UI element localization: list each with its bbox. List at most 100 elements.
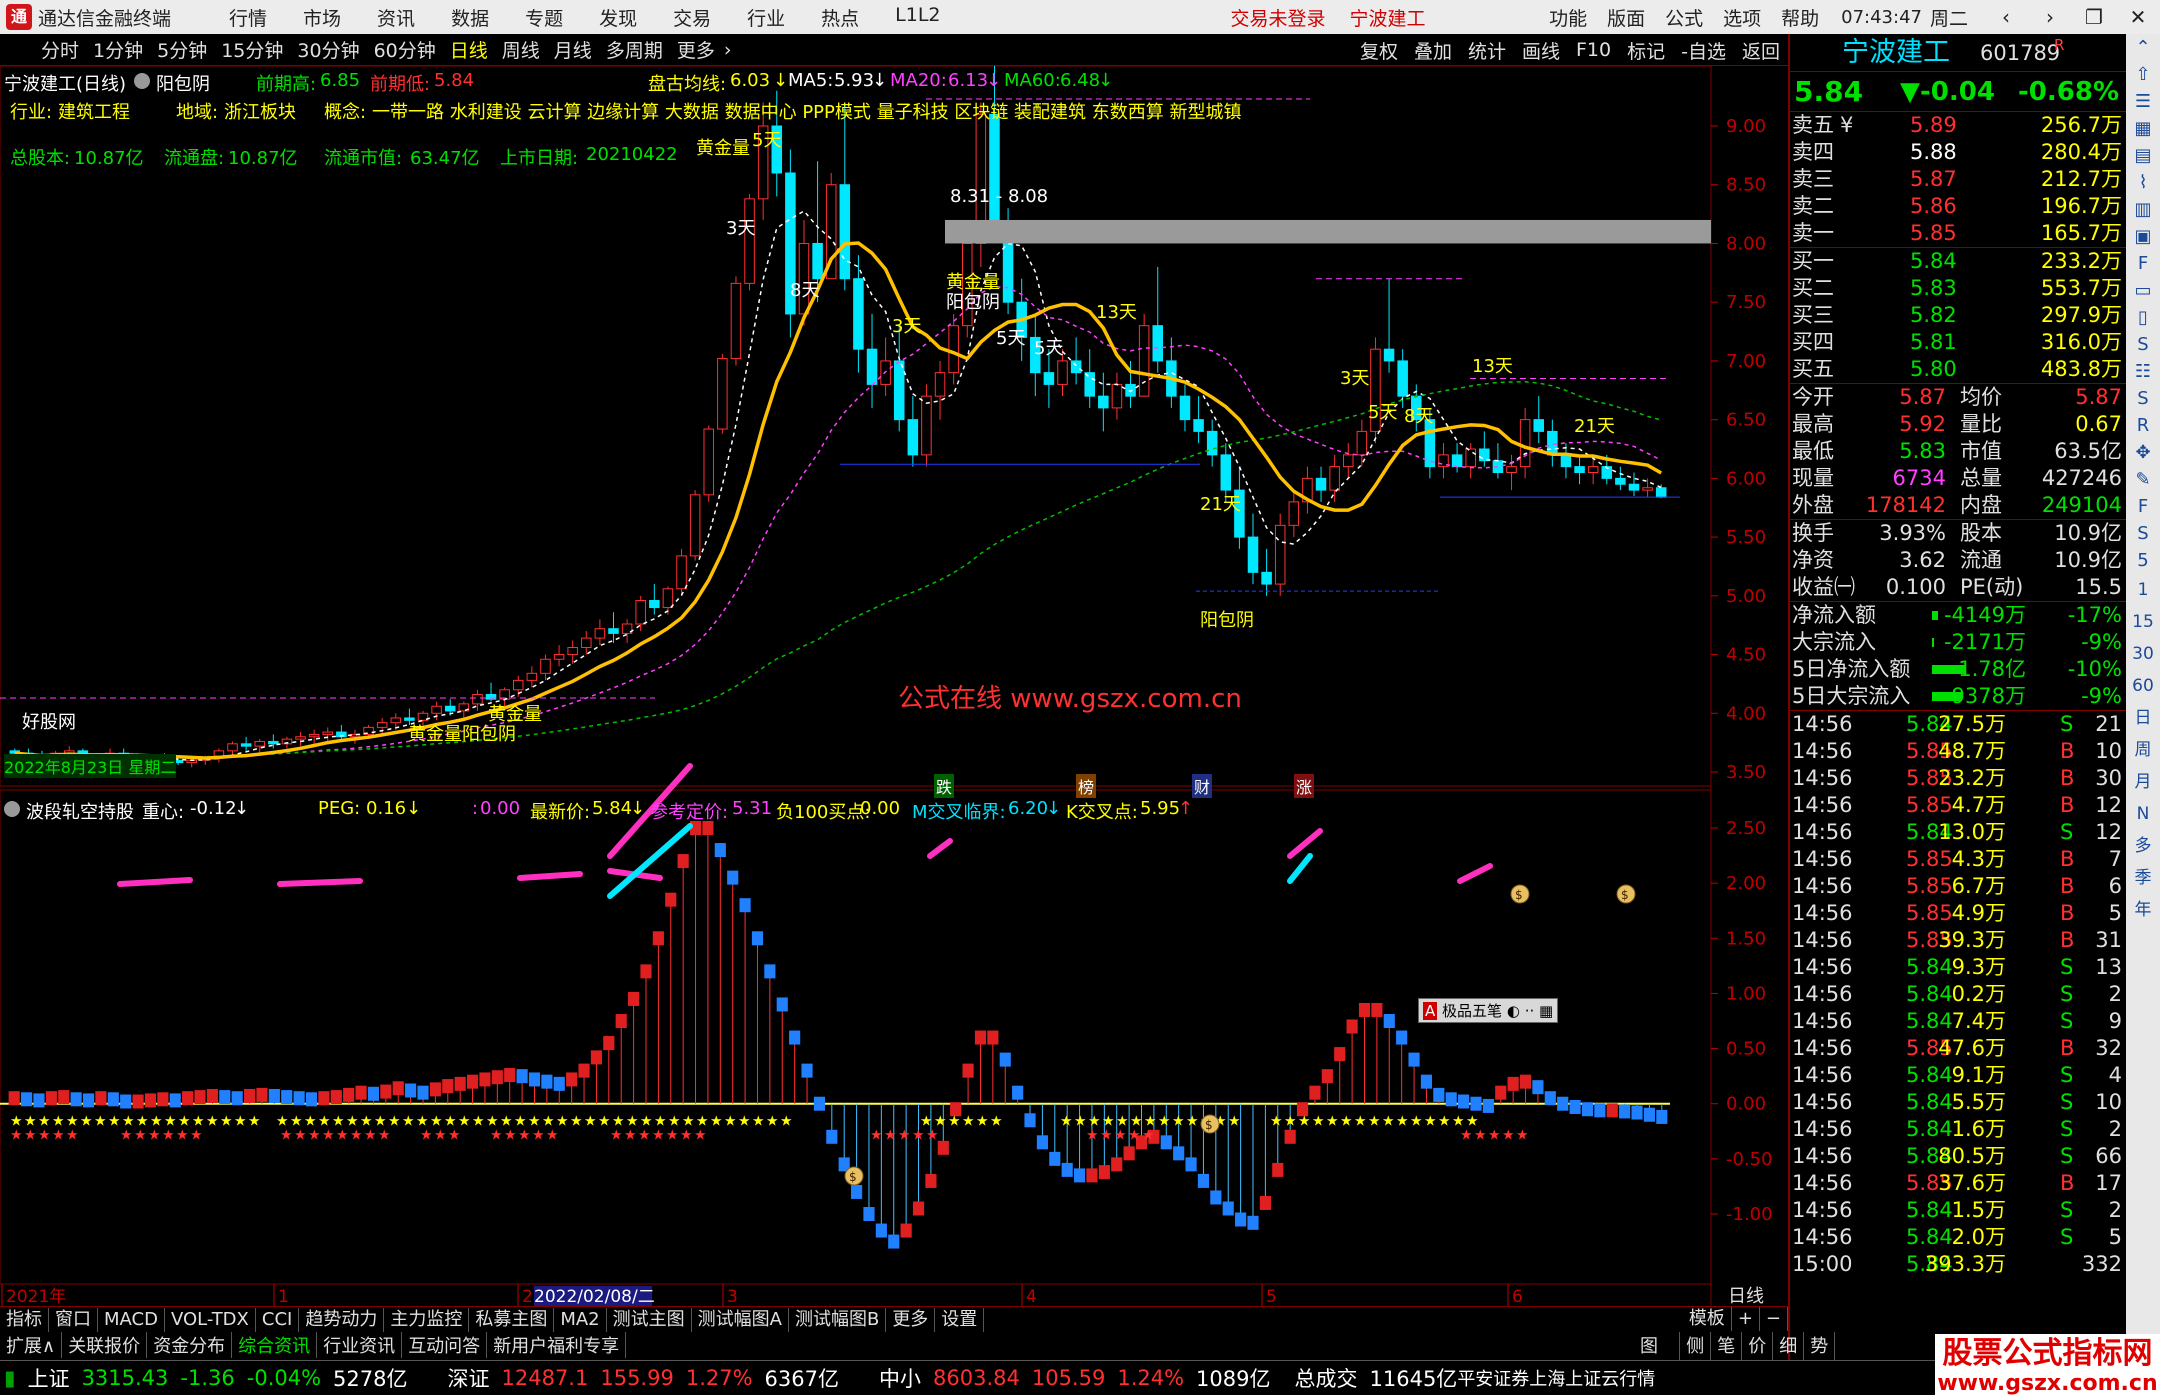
side-icon-23[interactable]: 60 bbox=[2126, 670, 2160, 702]
side-icon-21[interactable]: 15 bbox=[2126, 606, 2160, 638]
extension-tab-5[interactable]: 互动问答 bbox=[402, 1332, 488, 1358]
event-badge-finance[interactable]: 财 bbox=[1192, 774, 1213, 798]
side-icon-10[interactable]: ▯ bbox=[2126, 304, 2160, 331]
tick-row[interactable]: 14:56 5.84 7.4万 S 9 bbox=[1790, 1008, 2126, 1035]
tick-row[interactable]: 14:56 5.84 13.0万 S 12 bbox=[1790, 819, 2126, 846]
indicator-tab-2[interactable]: MACD bbox=[98, 1307, 165, 1332]
bid-row[interactable]: 买一 5.84 233.2万 bbox=[1790, 248, 2126, 275]
extension-tab-3[interactable]: 综合资讯 bbox=[232, 1332, 318, 1358]
sh-label[interactable]: 上证 bbox=[28, 1363, 70, 1393]
period-tab-1[interactable]: 1分钟 bbox=[86, 36, 150, 63]
ask-row[interactable]: 卖五 ¥5.89 256.7万 bbox=[1790, 112, 2126, 139]
tool-button-1[interactable]: 叠加 bbox=[1406, 37, 1460, 64]
side-icon-7[interactable]: ▣ bbox=[2126, 223, 2160, 250]
login-status[interactable]: 交易未登录 bbox=[1219, 4, 1338, 31]
tool-button-6[interactable]: -自选 bbox=[1673, 37, 1734, 64]
side-icon-19[interactable]: 5 bbox=[2126, 547, 2160, 574]
tick-row[interactable]: 15:00 5.84 393.3万 332 bbox=[1790, 1251, 2126, 1278]
menu-item-3[interactable]: 数据 bbox=[433, 4, 507, 31]
bid-row[interactable]: 买三 5.82 297.9万 bbox=[1790, 302, 2126, 329]
side-icon-8[interactable]: F bbox=[2126, 250, 2160, 277]
right-menu-item-4[interactable]: 帮助 bbox=[1771, 4, 1829, 31]
side-icon-2[interactable]: ☰ bbox=[2126, 88, 2160, 115]
extension-tab-6[interactable]: 新用户福利专享 bbox=[487, 1332, 627, 1358]
event-badge-up[interactable]: 涨 bbox=[1294, 774, 1315, 798]
period-tab-2[interactable]: 5分钟 bbox=[150, 36, 214, 63]
indicator-tab-12[interactable]: 更多 bbox=[886, 1307, 936, 1332]
menu-item-2[interactable]: 资讯 bbox=[359, 4, 433, 31]
side-icon-15[interactable]: ✥ bbox=[2126, 439, 2160, 466]
menu-item-8[interactable]: 热点 bbox=[803, 4, 877, 31]
tick-row[interactable]: 14:56 5.84 5.5万 S 10 bbox=[1790, 1089, 2126, 1116]
side-icon-17[interactable]: F bbox=[2126, 493, 2160, 520]
side-icon-22[interactable]: 30 bbox=[2126, 638, 2160, 670]
side-icon-0[interactable]: ⌃ bbox=[2126, 34, 2160, 61]
tick-row[interactable]: 14:56 5.85 4.9万 B 5 bbox=[1790, 900, 2126, 927]
indicator-tab-7[interactable]: 私募主图 bbox=[469, 1307, 555, 1332]
tick-row[interactable]: 14:56 5.84 27.5万 S 21 bbox=[1790, 711, 2126, 738]
formula-name[interactable]: 阳包阴 bbox=[156, 70, 210, 96]
tick-row[interactable]: 14:56 5.85 37.6万 B 17 bbox=[1790, 1170, 2126, 1197]
menu-item-1[interactable]: 市场 bbox=[285, 4, 359, 31]
menu-item-7[interactable]: 行业 bbox=[729, 4, 803, 31]
back-icon[interactable]: ‹ bbox=[1984, 5, 2028, 29]
tick-row[interactable]: 14:56 5.84 9.3万 S 13 bbox=[1790, 954, 2126, 981]
indicator-tab-13[interactable]: 设置 bbox=[935, 1307, 985, 1332]
extension-tab-0[interactable]: 扩展∧ bbox=[0, 1332, 63, 1358]
menu-item-0[interactable]: 行情 bbox=[211, 4, 285, 31]
right-menu-item-2[interactable]: 公式 bbox=[1655, 4, 1713, 31]
side-icon-26[interactable]: 月 bbox=[2126, 766, 2160, 798]
side-icon-3[interactable]: ▦ bbox=[2126, 115, 2160, 142]
tick-row[interactable]: 14:56 5.85 23.2万 B 30 bbox=[1790, 765, 2126, 792]
zx-label[interactable]: 中小 bbox=[879, 1363, 921, 1393]
extension-tab-1[interactable]: 关联报价 bbox=[62, 1332, 148, 1358]
tick-list[interactable]: 14:56 5.84 27.5万 S 21 14:56 5.85 48.7万 B 10 14:56 5… bbox=[1790, 711, 2126, 1278]
side-icon-11[interactable]: S bbox=[2126, 331, 2160, 358]
tick-row[interactable]: 14:56 5.85 6.7万 B 6 bbox=[1790, 873, 2126, 900]
event-badge-down[interactable]: 跌 bbox=[934, 774, 955, 798]
extension-tab-2[interactable]: 资金分布 bbox=[147, 1332, 233, 1358]
right-menu-item-1[interactable]: 版面 bbox=[1597, 4, 1655, 31]
tick-row[interactable]: 14:56 5.85 39.3万 B 31 bbox=[1790, 927, 2126, 954]
tool-button-3[interactable]: 画线 bbox=[1514, 37, 1568, 64]
period-tab-6[interactable]: 日线 bbox=[443, 36, 495, 63]
tabbar-right-button-2[interactable]: − bbox=[1760, 1307, 1788, 1331]
indicator-tab-1[interactable]: 窗口 bbox=[49, 1307, 98, 1332]
period-tab-4[interactable]: 30分钟 bbox=[290, 36, 366, 63]
indicator-tab-3[interactable]: VOL-TDX bbox=[165, 1307, 256, 1332]
more-arrow-icon[interactable]: › bbox=[722, 39, 734, 61]
tick-row[interactable]: 14:56 5.85 48.7万 B 10 bbox=[1790, 738, 2126, 765]
tool-button-7[interactable]: 返回 bbox=[1734, 37, 1788, 64]
side-icon-4[interactable]: ▤ bbox=[2126, 142, 2160, 169]
side-icon-27[interactable]: N bbox=[2126, 798, 2160, 830]
indicator-tab-10[interactable]: 测试幅图A bbox=[692, 1307, 789, 1332]
close-icon[interactable]: ✕ bbox=[2116, 5, 2160, 29]
tabbar-right-button-0[interactable]: 模板 bbox=[1683, 1307, 1732, 1331]
side-icon-25[interactable]: 周 bbox=[2126, 734, 2160, 766]
ime-widget[interactable]: A 极品五笔 ◐ ·· ▦ bbox=[1418, 998, 1559, 1023]
side-icon-28[interactable]: 多 bbox=[2126, 830, 2160, 862]
tool-button-5[interactable]: 标记 bbox=[1619, 37, 1673, 64]
tabbar-right-button-1[interactable]: + bbox=[1732, 1307, 1760, 1331]
event-badge-rank[interactable]: 榜 bbox=[1076, 774, 1097, 798]
indicator-tab-8[interactable]: MA2 bbox=[554, 1307, 607, 1332]
period-tab-3[interactable]: 15分钟 bbox=[214, 36, 290, 63]
tick-row[interactable]: 14:56 5.84 1.6万 S 2 bbox=[1790, 1116, 2126, 1143]
chart-area[interactable]: 9.00 8.50 8.00 7.50 7.00 6.50 6.00 5.50 5.00 4.50… bbox=[0, 66, 1788, 1306]
indicator-tab-0[interactable]: 指标 bbox=[0, 1307, 49, 1332]
side-icon-16[interactable]: ✎ bbox=[2126, 466, 2160, 493]
side-icon-5[interactable]: ⌇ bbox=[2126, 169, 2160, 196]
period-tab-8[interactable]: 月线 bbox=[547, 36, 599, 63]
indicator-tab-4[interactable]: CCI bbox=[256, 1307, 300, 1332]
side-icon-24[interactable]: 日 bbox=[2126, 702, 2160, 734]
right-menu-item-0[interactable]: 功能 bbox=[1539, 4, 1597, 31]
side-icon-12[interactable]: ☷ bbox=[2126, 358, 2160, 385]
period-tab-10[interactable]: 更多 bbox=[670, 36, 722, 63]
right-menu-item-3[interactable]: 选项 bbox=[1713, 4, 1771, 31]
period-tab-9[interactable]: 多周期 bbox=[599, 36, 670, 63]
side-icon-30[interactable]: 年 bbox=[2126, 894, 2160, 926]
tick-row[interactable]: 14:56 5.85 4.7万 B 12 bbox=[1790, 792, 2126, 819]
tick-row[interactable]: 14:56 5.85 47.6万 B 32 bbox=[1790, 1035, 2126, 1062]
indicator-tab-5[interactable]: 趋势动力 bbox=[299, 1307, 385, 1332]
tick-row[interactable]: 14:56 5.84 2.0万 S 5 bbox=[1790, 1224, 2126, 1251]
